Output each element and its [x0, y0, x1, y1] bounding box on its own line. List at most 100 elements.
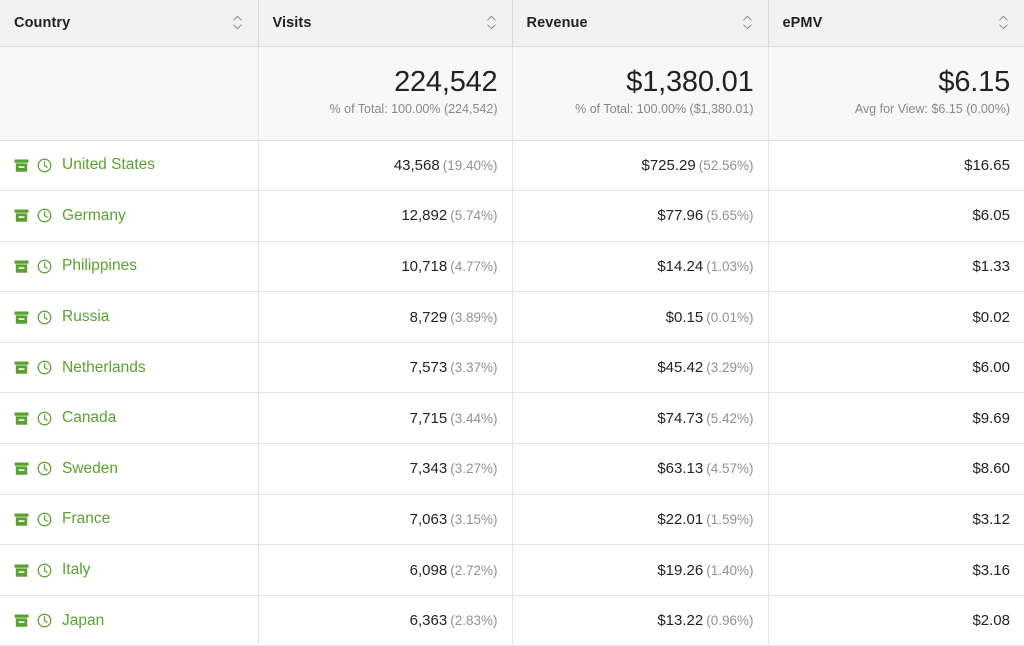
revenue-percent: (1.59%) — [706, 511, 754, 527]
epmv-value: $2.08 — [972, 612, 1010, 630]
cell-visits: 6,363 (2.83%) — [258, 595, 513, 646]
country-report-table: Country Visits Revenue ePMV 224,542 % of… — [0, 0, 1024, 646]
visits-value: 43,568 — [393, 156, 440, 174]
column-header-label: Country — [14, 14, 71, 31]
header-row: Country Visits Revenue ePMV — [0, 0, 1024, 47]
cell-revenue: $0.15 (0.01%) — [512, 291, 769, 343]
cell-country: Sweden — [0, 443, 259, 495]
visits-percent: (3.89%) — [450, 309, 498, 325]
segment-box-icon[interactable] — [14, 512, 29, 527]
cell-epmv: $6.05 — [768, 190, 1024, 242]
visits-percent: (3.37%) — [450, 360, 498, 376]
clock-icon[interactable] — [37, 461, 52, 476]
revenue-value: $22.01 — [657, 510, 704, 528]
cell-revenue: $14.24 (1.03%) — [512, 241, 769, 293]
epmv-value: $3.12 — [972, 510, 1010, 528]
summary-cell-visits: 224,542 % of Total: 100.00% (224,542) — [258, 46, 513, 141]
visits-value: 8,729 — [409, 308, 448, 326]
visits-value: 7,343 — [409, 460, 448, 478]
sort-chevrons-icon[interactable] — [485, 15, 498, 30]
segment-box-icon[interactable] — [14, 158, 29, 173]
cell-epmv: $3.16 — [768, 544, 1024, 596]
visits-value: 6,363 — [409, 612, 448, 630]
table-row: Sweden 7,343 (3.27%) $63.13 (4.57%) $8.60 — [0, 443, 1024, 495]
cell-visits: 7,715 (3.44%) — [258, 392, 513, 445]
column-header-label: Visits — [272, 14, 312, 31]
visits-percent: (5.74%) — [450, 208, 498, 224]
segment-box-icon[interactable] — [14, 360, 29, 375]
cell-country: Germany — [0, 190, 259, 242]
epmv-value: $6.00 — [972, 359, 1010, 377]
visits-percent: (2.83%) — [450, 613, 498, 629]
segment-box-icon[interactable] — [14, 563, 29, 578]
cell-revenue: $74.73 (5.42%) — [512, 392, 769, 445]
clock-icon[interactable] — [37, 208, 52, 223]
revenue-value: $63.13 — [657, 460, 704, 478]
revenue-value: $77.96 — [657, 207, 704, 225]
cell-visits: 10,718 (4.77%) — [258, 241, 513, 293]
table-row: Italy 6,098 (2.72%) $19.26 (1.40%) $3.16 — [0, 544, 1024, 596]
country-link[interactable]: United States — [62, 156, 155, 174]
country-link[interactable]: Italy — [62, 561, 90, 579]
table-row: Philippines 10,718 (4.77%) $14.24 (1.03%) $1.… — [0, 241, 1024, 293]
segment-box-icon[interactable] — [14, 411, 29, 426]
table-row: Netherlands 7,573 (3.37%) $45.42 (3.29%) $6.0… — [0, 342, 1024, 394]
column-header-revenue[interactable]: Revenue — [512, 0, 769, 47]
epmv-value: $6.05 — [972, 207, 1010, 225]
epmv-value: $8.60 — [972, 460, 1010, 478]
epmv-value: $3.16 — [972, 561, 1010, 579]
segment-box-icon[interactable] — [14, 208, 29, 223]
table-row: United States 43,568 (19.40%) $725.29 (52.56… — [0, 140, 1024, 192]
cell-visits: 43,568 (19.40%) — [258, 140, 513, 192]
clock-icon[interactable] — [37, 613, 52, 628]
cell-country: Philippines — [0, 241, 259, 293]
country-link[interactable]: France — [62, 510, 110, 528]
country-link[interactable]: Netherlands — [62, 359, 146, 377]
cell-epmv: $8.60 — [768, 443, 1024, 495]
country-link[interactable]: Canada — [62, 409, 116, 427]
table-body: 224,542 % of Total: 100.00% (224,542) $1… — [0, 46, 1024, 646]
country-link[interactable]: Japan — [62, 612, 104, 630]
revenue-value: $45.42 — [657, 359, 704, 377]
country-link[interactable]: Sweden — [62, 460, 118, 478]
column-header-country[interactable]: Country — [0, 0, 259, 47]
clock-icon[interactable] — [37, 259, 52, 274]
visits-value: 6,098 — [409, 561, 448, 579]
clock-icon[interactable] — [37, 411, 52, 426]
cell-revenue: $45.42 (3.29%) — [512, 342, 769, 394]
summary-revenue-total: $1,380.01 — [626, 65, 754, 98]
summary-cell-revenue: $1,380.01 % of Total: 100.00% ($1,380.01… — [512, 46, 769, 141]
visits-percent: (3.15%) — [450, 511, 498, 527]
revenue-percent: (3.29%) — [706, 360, 754, 376]
cell-country: Japan — [0, 595, 259, 646]
column-header-epmv[interactable]: ePMV — [768, 0, 1024, 47]
revenue-percent: (1.03%) — [706, 258, 754, 274]
sort-chevrons-icon[interactable] — [997, 15, 1010, 30]
sort-chevrons-icon[interactable] — [741, 15, 754, 30]
visits-value: 7,715 — [409, 409, 448, 427]
visits-percent: (3.44%) — [450, 410, 498, 426]
country-link[interactable]: Germany — [62, 207, 126, 225]
clock-icon[interactable] — [37, 310, 52, 325]
visits-value: 12,892 — [401, 207, 448, 225]
segment-box-icon[interactable] — [14, 461, 29, 476]
country-link[interactable]: Philippines — [62, 257, 137, 275]
clock-icon[interactable] — [37, 360, 52, 375]
segment-box-icon[interactable] — [14, 613, 29, 628]
segment-box-icon[interactable] — [14, 310, 29, 325]
table-row: Germany 12,892 (5.74%) $77.96 (5.65%) $6.05 — [0, 190, 1024, 242]
cell-country: Canada — [0, 392, 259, 445]
cell-visits: 8,729 (3.89%) — [258, 291, 513, 343]
segment-box-icon[interactable] — [14, 259, 29, 274]
sort-chevrons-icon[interactable] — [231, 15, 244, 30]
country-link[interactable]: Russia — [62, 308, 109, 326]
column-header-visits[interactable]: Visits — [258, 0, 513, 47]
clock-icon[interactable] — [37, 512, 52, 527]
clock-icon[interactable] — [37, 158, 52, 173]
cell-revenue: $63.13 (4.57%) — [512, 443, 769, 495]
cell-country: United States — [0, 140, 259, 192]
summary-row: 224,542 % of Total: 100.00% (224,542) $1… — [0, 46, 1024, 141]
column-header-label: ePMV — [782, 14, 823, 31]
clock-icon[interactable] — [37, 563, 52, 578]
cell-country: France — [0, 494, 259, 546]
